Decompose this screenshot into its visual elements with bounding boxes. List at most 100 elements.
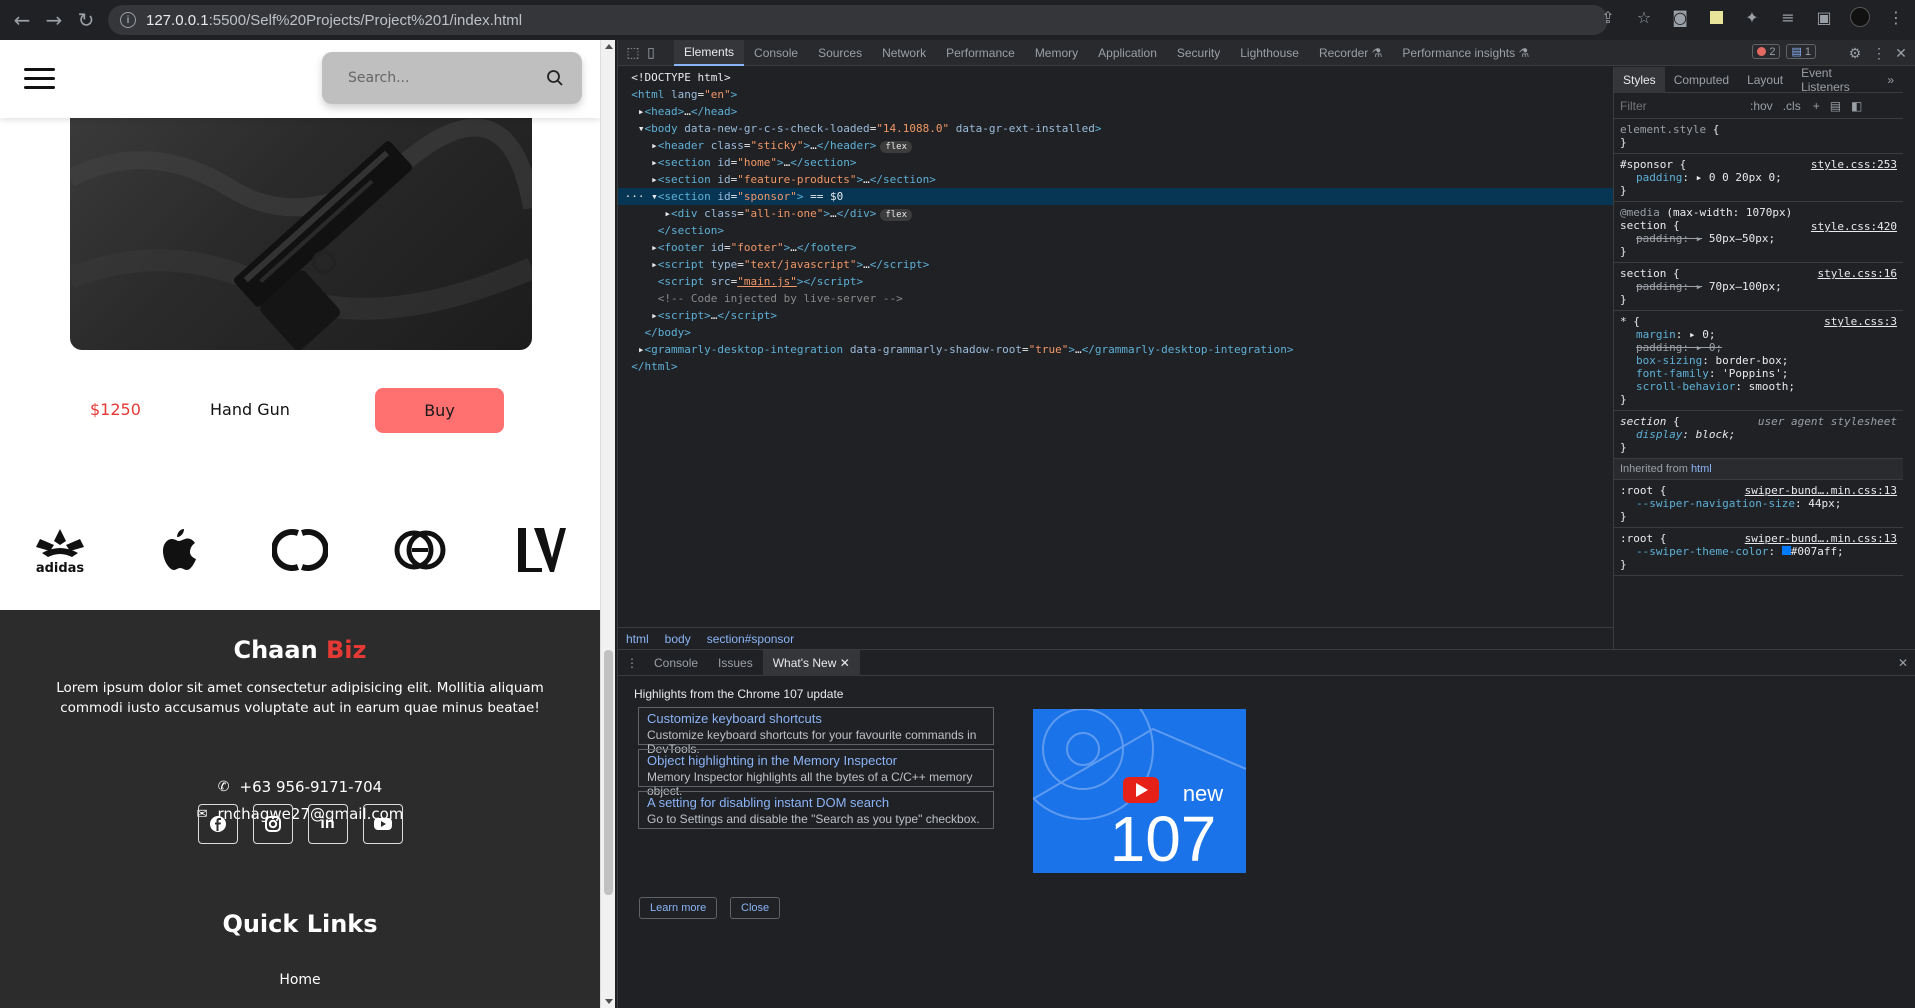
dom-node[interactable]: </html>: [618, 358, 1613, 375]
dom-node[interactable]: ▸<script>…</script>: [618, 307, 1613, 324]
youtube-icon[interactable]: [362, 804, 403, 844]
whats-new-card[interactable]: Object highlighting in the Memory Inspec…: [638, 749, 994, 798]
chrome-menu-icon[interactable]: ⋮: [1885, 6, 1907, 28]
hov-toggle[interactable]: :hov: [1750, 99, 1773, 113]
breadcrumb-body[interactable]: body: [665, 632, 691, 646]
share-icon[interactable]: ⇪: [1597, 6, 1619, 28]
card-title[interactable]: Customize keyboard shortcuts: [647, 711, 985, 726]
dom-node[interactable]: ▸<section id="feature-products">…</secti…: [618, 171, 1613, 188]
inherited-from-tag[interactable]: html: [1691, 463, 1712, 475]
paint-icon[interactable]: ▤: [1830, 99, 1841, 113]
whats-new-card[interactable]: Customize keyboard shortcuts Customize k…: [638, 707, 994, 756]
scroll-up-icon[interactable]: [605, 44, 613, 49]
dom-node[interactable]: ▾<body data-new-gr-c-s-check-loaded="14.…: [618, 120, 1613, 137]
facebook-icon[interactable]: [197, 804, 238, 844]
css-rule[interactable]: * {style.css:3 margin: ▸ 0; padding: ▸ 0; b…: [1614, 311, 1903, 411]
dom-node[interactable]: ▸<header class="sticky">…</header> flex: [618, 137, 1613, 154]
linkedin-icon[interactable]: in: [307, 804, 348, 844]
dom-node[interactable]: ▸<footer id="footer">…</footer>: [618, 239, 1613, 256]
tab-recorder[interactable]: Recorder ⚗: [1309, 40, 1392, 66]
css-rule[interactable]: #sponsor {style.css:253 padding: ▸ 0 0 20…: [1614, 154, 1903, 202]
error-counter[interactable]: 2: [1752, 44, 1781, 59]
card-title[interactable]: Object highlighting in the Memory Inspec…: [647, 753, 985, 768]
dom-node[interactable]: ▸<script type="text/javascript">…</scrip…: [618, 256, 1613, 273]
dom-node[interactable]: ▸<section id="home">…</section>: [618, 154, 1613, 171]
css-rule[interactable]: section {style.css:16 padding: ▸ 70px–100…: [1614, 263, 1903, 311]
dom-node[interactable]: ▸<div class="all-in-one">…</div> flex: [618, 205, 1613, 222]
drawer-menu-icon[interactable]: ⋮: [626, 656, 638, 670]
back-icon[interactable]: ←: [6, 4, 38, 36]
close-tab-icon[interactable]: ✕: [840, 656, 850, 670]
breadcrumb-html[interactable]: html: [626, 632, 649, 646]
tab-event-listeners[interactable]: Event Listeners: [1792, 67, 1878, 94]
dom-node[interactable]: <html lang="en">: [618, 86, 1613, 103]
tab-lighthouse[interactable]: Lighthouse: [1230, 40, 1309, 66]
breadcrumb-section-sponsor[interactable]: section#sponsor: [707, 632, 794, 646]
dom-node[interactable]: </section>: [618, 222, 1613, 239]
extensions-puzzle-icon[interactable]: ✦: [1741, 6, 1763, 28]
forward-icon[interactable]: →: [38, 4, 70, 36]
drawer-tab-console[interactable]: Console: [644, 650, 708, 676]
camera-icon[interactable]: ◙: [1669, 6, 1691, 28]
close-button[interactable]: Close: [730, 897, 781, 919]
tab-computed[interactable]: Computed: [1665, 67, 1738, 93]
toggle-sidebar-icon[interactable]: ◧: [1851, 99, 1862, 113]
search-input[interactable]: [348, 70, 546, 86]
address-bar[interactable]: i 127.0.0.1:5500/Self%20Projects/Project…: [108, 5, 1608, 35]
css-rule[interactable]: :root {swiper-bund….min.css:13 --swiper-n…: [1614, 480, 1903, 528]
drawer-tab-whats-new[interactable]: What's New ✕: [762, 649, 860, 676]
chrome-107-video-thumbnail[interactable]: new 107: [1033, 709, 1246, 873]
dom-node[interactable]: ▸<grammarly-desktop-integration data-gra…: [618, 341, 1613, 358]
css-rule[interactable]: element.style {}: [1614, 119, 1903, 154]
tab-network[interactable]: Network: [872, 40, 936, 66]
drawer-tab-issues[interactable]: Issues: [708, 650, 763, 676]
dom-node[interactable]: <script src="main.js"></script>: [618, 273, 1613, 290]
card-title[interactable]: A setting for disabling instant DOM sear…: [647, 795, 985, 810]
css-rule[interactable]: @media (max-width: 1070px) section {style…: [1614, 202, 1903, 263]
profile-avatar[interactable]: [1849, 6, 1871, 28]
extension-note-icon[interactable]: [1705, 6, 1727, 28]
dom-node[interactable]: <!DOCTYPE html>: [618, 69, 1613, 86]
dom-node[interactable]: <!-- Code injected by live-server -->: [618, 290, 1613, 307]
bookmark-star-icon[interactable]: ☆: [1633, 6, 1655, 28]
device-toolbar-icon[interactable]: ▯: [642, 44, 660, 62]
styles-filter-input[interactable]: [1620, 98, 1740, 113]
dom-node-selected[interactable]: ··· ▾<section id="sponsor"> == $0: [618, 188, 1613, 205]
search-icon[interactable]: [546, 69, 564, 87]
tab-styles[interactable]: Styles: [1614, 67, 1665, 93]
tab-layout[interactable]: Layout: [1738, 67, 1792, 93]
reading-list-icon[interactable]: ≡: [1777, 6, 1799, 28]
tab-console[interactable]: Console: [744, 40, 808, 66]
hamburger-menu-icon[interactable]: [24, 68, 55, 90]
scroll-down-icon[interactable]: [605, 999, 613, 1004]
dom-node[interactable]: ▸<head>…</head>: [618, 103, 1613, 120]
settings-gear-icon[interactable]: ⚙: [1846, 44, 1864, 62]
tab-application[interactable]: Application: [1088, 40, 1167, 66]
inspect-element-icon[interactable]: ⬚: [624, 44, 642, 62]
more-tabs-icon[interactable]: »: [1878, 67, 1903, 93]
footer-home-link[interactable]: Home: [0, 972, 600, 988]
cls-toggle[interactable]: .cls: [1783, 99, 1801, 113]
reload-icon[interactable]: ↻: [70, 4, 102, 36]
tab-performance[interactable]: Performance: [936, 40, 1025, 66]
tab-elements[interactable]: Elements: [674, 39, 745, 66]
side-panel-icon[interactable]: ▣: [1813, 6, 1835, 28]
tab-memory[interactable]: Memory: [1025, 40, 1088, 66]
css-rule[interactable]: :root {swiper-bund….min.css:13 --swiper-t…: [1614, 528, 1903, 576]
instagram-icon[interactable]: [252, 804, 293, 844]
message-counter[interactable]: ▤ 1: [1786, 44, 1816, 59]
dom-node[interactable]: </body>: [618, 324, 1613, 341]
devtools-menu-icon[interactable]: ⋮: [1870, 44, 1888, 62]
new-rule-icon[interactable]: +: [1813, 99, 1820, 113]
close-drawer-icon[interactable]: ✕: [1898, 656, 1908, 670]
tab-security[interactable]: Security: [1167, 40, 1230, 66]
tab-sources[interactable]: Sources: [808, 40, 872, 66]
tab-performance-insights[interactable]: Performance insights ⚗: [1392, 40, 1539, 66]
whats-new-card[interactable]: A setting for disabling instant DOM sear…: [638, 791, 994, 829]
buy-button[interactable]: Buy: [375, 388, 504, 433]
site-info-icon[interactable]: i: [120, 12, 136, 28]
css-rule[interactable]: section {user agent stylesheet display: b…: [1614, 411, 1903, 459]
learn-more-button[interactable]: Learn more: [639, 897, 718, 919]
scrollbar-thumb[interactable]: [604, 650, 613, 895]
page-scrollbar[interactable]: [600, 40, 615, 1008]
